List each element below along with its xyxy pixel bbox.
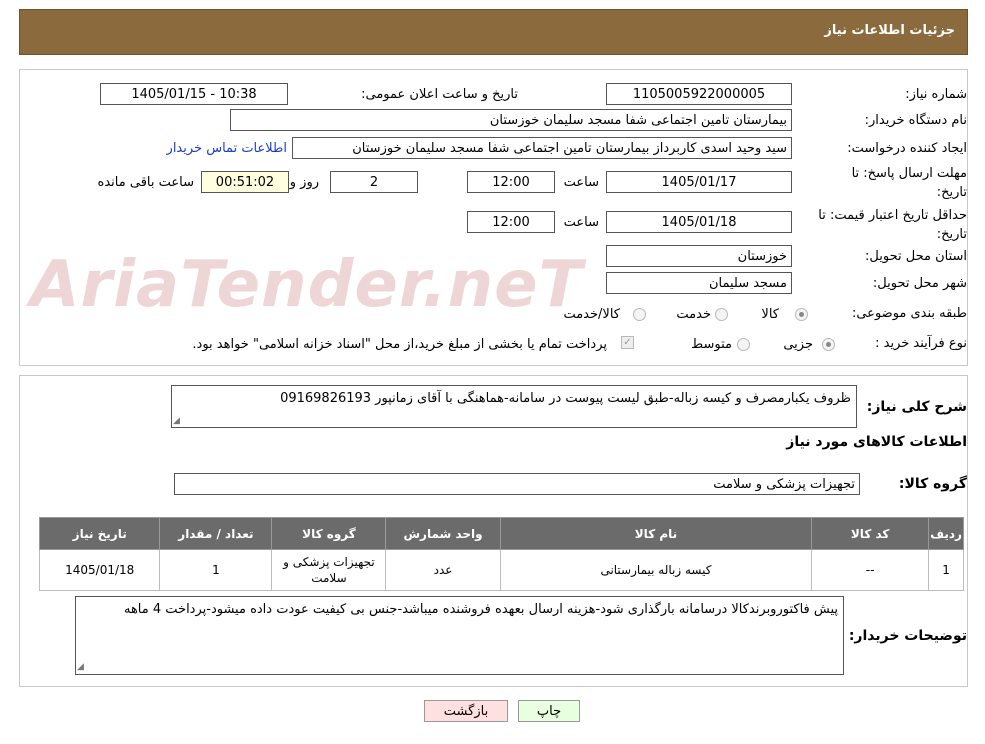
category-goods-service-radio[interactable] (633, 308, 646, 321)
deadline-label: مهلت ارسال پاسخ: تا تاریخ: (851, 166, 967, 200)
resize-grip-icon[interactable]: ◢ (77, 662, 84, 743)
col-goods-name: نام کالا (499, 517, 813, 550)
remaining-time-field: 00:51:02 (201, 171, 289, 193)
category-service-radio[interactable] (715, 308, 728, 321)
days-field[interactable]: 2 (330, 171, 418, 193)
category-label: طبقه بندی موضوعی: (851, 306, 967, 321)
col-unit: واحد شمارش (385, 517, 501, 550)
print-button[interactable]: چاپ (518, 700, 580, 722)
announce-label: تاریخ و ساعت اعلان عمومی: (361, 87, 518, 102)
back-button[interactable]: بازگشت (424, 700, 508, 722)
process-medium-radio[interactable] (737, 338, 750, 351)
cell-goods-name: کیسه زباله بیمارستانی (499, 549, 813, 591)
page-title: جزئیات اطلاعات نیاز (824, 23, 955, 38)
need-number-field[interactable]: 1105005922000005 (606, 83, 792, 105)
process-label: نوع فرآیند خرید : (875, 336, 967, 351)
category-service-label: خدمت (676, 307, 711, 322)
validity-label: حداقل تاریخ اعتبار قیمت: تا تاریخ: (818, 208, 967, 242)
buyer-notes-field[interactable]: پیش فاکتوروبرندکالا درسامانه بارگذاری شو… (75, 596, 844, 675)
cell-quantity: 1 (159, 549, 273, 591)
buyer-org-label: نام دستگاه خریدار: (864, 113, 967, 128)
goods-table: ردیف کد کالا نام کالا واحد شمارش گروه کا… (38, 517, 964, 591)
col-need-date: تاریخ نیاز (38, 517, 161, 550)
category-goods-service-label: کالا/خدمت (563, 307, 620, 322)
remaining-label: ساعت باقی مانده (97, 175, 194, 190)
city-field[interactable]: مسجد سلیمان (606, 272, 792, 294)
process-minor-label: جزیی (783, 337, 813, 352)
city-label: شهر محل تحویل: (872, 276, 967, 291)
goods-table-header: ردیف کد کالا نام کالا واحد شمارش گروه کا… (38, 517, 964, 550)
province-label: استان محل تحویل: (865, 249, 967, 264)
validity-time-label: ساعت (563, 215, 599, 230)
province-field[interactable]: خوزستان (606, 245, 792, 267)
description-field[interactable]: ظروف یکبارمصرف و کیسه زباله-طبق لیست پیو… (171, 385, 857, 428)
page-header: جزئیات اطلاعات نیاز (19, 9, 968, 55)
contact-buyer-link[interactable]: اطلاعات تماس خریدار (167, 141, 287, 156)
description-label: شرح کلی نیاز: (866, 399, 967, 415)
goods-info-title: اطلاعات کالاهای مورد نیاز (786, 434, 967, 450)
creator-label: ایجاد کننده درخواست: (847, 141, 967, 156)
cell-unit: عدد (385, 549, 501, 591)
validity-date-field[interactable]: 1405/01/18 (606, 211, 792, 233)
cell-need-date: 1405/01/18 (38, 549, 161, 591)
deadline-time-label: ساعت (563, 175, 599, 190)
deadline-date-field[interactable]: 1405/01/17 (606, 171, 792, 193)
process-minor-radio[interactable] (822, 338, 835, 351)
validity-time-field[interactable]: 12:00 (467, 211, 555, 233)
cell-row-number: 1 (928, 549, 964, 591)
table-row[interactable]: 1 -- کیسه زباله بیمارستانی عدد تجهیزات پ… (38, 549, 964, 591)
col-goods-group: گروه کالا (271, 517, 387, 550)
days-label: روز و (289, 175, 319, 190)
payment-note: پرداخت تمام یا بخشی از مبلغ خرید،از محل … (192, 337, 607, 352)
cell-goods-group: تجهیزات پزشکی و سلامت (271, 549, 387, 591)
category-goods-radio[interactable] (795, 308, 808, 321)
col-goods-code: کد کالا (811, 517, 930, 550)
goods-group-field[interactable]: تجهیزات پزشکی و سلامت (174, 473, 860, 495)
process-medium-label: متوسط (691, 337, 732, 352)
col-row-number: ردیف (928, 517, 964, 550)
announce-field[interactable]: 1405/01/15 - 10:38 (100, 83, 288, 105)
treasury-checkbox[interactable]: ✓ (621, 336, 634, 349)
buyer-notes-label: توضیحات خریدار: (848, 628, 967, 644)
buyer-org-field[interactable]: بیمارستان تامین اجتماعی شفا مسجد سلیمان … (230, 109, 792, 131)
need-number-label: شماره نیاز: (905, 87, 967, 102)
category-goods-label: کالا (761, 307, 779, 322)
watermark: AriaTender.neT (30, 248, 584, 322)
creator-field[interactable]: سید وحید اسدی کاربرداز بیمارستان تامین ا… (292, 137, 792, 159)
col-quantity: تعداد / مقدار (159, 517, 273, 550)
goods-group-label: گروه کالا: (898, 476, 967, 492)
cell-goods-code: -- (811, 549, 930, 591)
deadline-time-field[interactable]: 12:00 (467, 171, 555, 193)
